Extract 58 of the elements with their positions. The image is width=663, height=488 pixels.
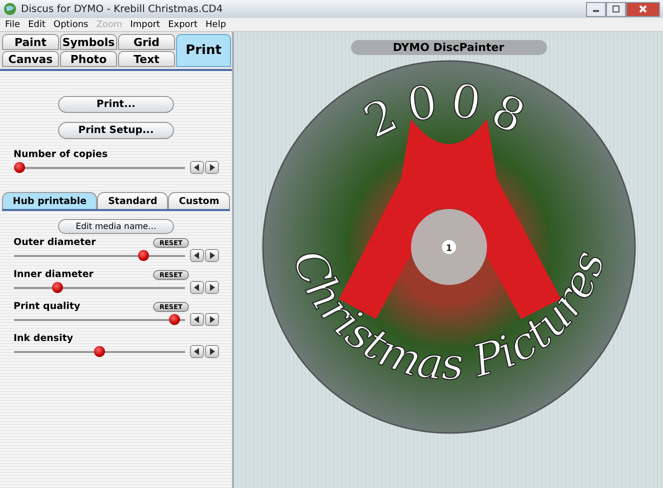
- slider-thumb[interactable]: [168, 314, 180, 325]
- decrement-button[interactable]: [190, 249, 204, 262]
- mode-tab[interactable]: Text: [118, 51, 175, 67]
- close-icon: [638, 5, 648, 13]
- increment-button[interactable]: [204, 281, 218, 294]
- minimize-button[interactable]: [586, 2, 606, 16]
- slider-thumb[interactable]: [138, 250, 150, 261]
- right-triangle-icon: [208, 164, 214, 171]
- menu-item[interactable]: Import: [130, 20, 160, 30]
- mode-tab[interactable]: Photo: [60, 51, 117, 67]
- increment-button[interactable]: [204, 249, 218, 262]
- decrement-button[interactable]: [190, 345, 204, 358]
- slider-thumb[interactable]: [52, 282, 63, 293]
- increment-button[interactable]: [204, 345, 218, 358]
- slider-label: Outer diameter: [14, 237, 96, 248]
- right-triangle-icon: [208, 348, 214, 355]
- left-triangle-icon: [194, 284, 200, 291]
- edit-media-name-button[interactable]: Edit media name...: [58, 219, 174, 234]
- decrement-button[interactable]: [190, 281, 204, 294]
- right-triangle-icon: [208, 284, 214, 291]
- mode-tab[interactable]: Symbols: [60, 34, 117, 50]
- globe-icon: [3, 2, 17, 16]
- menu-item[interactable]: File: [5, 20, 20, 30]
- increment-button[interactable]: [204, 313, 218, 326]
- right-triangle-icon: [208, 252, 214, 259]
- menu-item[interactable]: Export: [168, 20, 198, 30]
- slider-label: Number of copies: [14, 149, 108, 160]
- maximize-button[interactable]: [606, 2, 626, 16]
- slider-label: Inner diameter: [14, 269, 94, 280]
- window-title: Discus for DYMO - Krebill Christmas.CD4: [21, 4, 223, 14]
- close-button[interactable]: [626, 2, 660, 16]
- slider-thumb[interactable]: [94, 346, 104, 357]
- mode-tab[interactable]: Paint: [2, 34, 59, 50]
- media-tab[interactable]: Standard: [97, 192, 168, 209]
- slider-track[interactable]: [14, 162, 184, 174]
- media-tab[interactable]: Custom: [168, 192, 230, 209]
- slider-label: Print quality: [14, 301, 80, 312]
- slider-thumb[interactable]: [14, 162, 24, 173]
- menu-item[interactable]: Options: [54, 20, 88, 30]
- decrement-button[interactable]: [190, 313, 204, 326]
- left-triangle-icon: [194, 316, 200, 323]
- left-triangle-icon: [194, 252, 200, 259]
- left-triangle-icon: [194, 348, 200, 355]
- print-button[interactable]: Print Setup...: [58, 122, 174, 139]
- mode-tab[interactable]: Print: [176, 34, 231, 67]
- mode-tab[interactable]: Canvas: [2, 51, 59, 67]
- menu-item[interactable]: Help: [206, 20, 226, 30]
- maximize-icon: [612, 5, 620, 13]
- menu-item[interactable]: Edit: [28, 20, 46, 30]
- canvas-title: DYMO DiscPainter: [350, 40, 546, 55]
- slider-label: Ink density: [14, 333, 74, 344]
- right-triangle-icon: [208, 316, 214, 323]
- mode-tab[interactable]: Grid: [118, 34, 175, 50]
- media-tab[interactable]: Hub printable: [2, 192, 98, 209]
- print-button[interactable]: Print...: [58, 96, 174, 113]
- increment-button[interactable]: [204, 161, 218, 174]
- decrement-button[interactable]: [190, 161, 204, 174]
- left-triangle-icon: [194, 164, 200, 171]
